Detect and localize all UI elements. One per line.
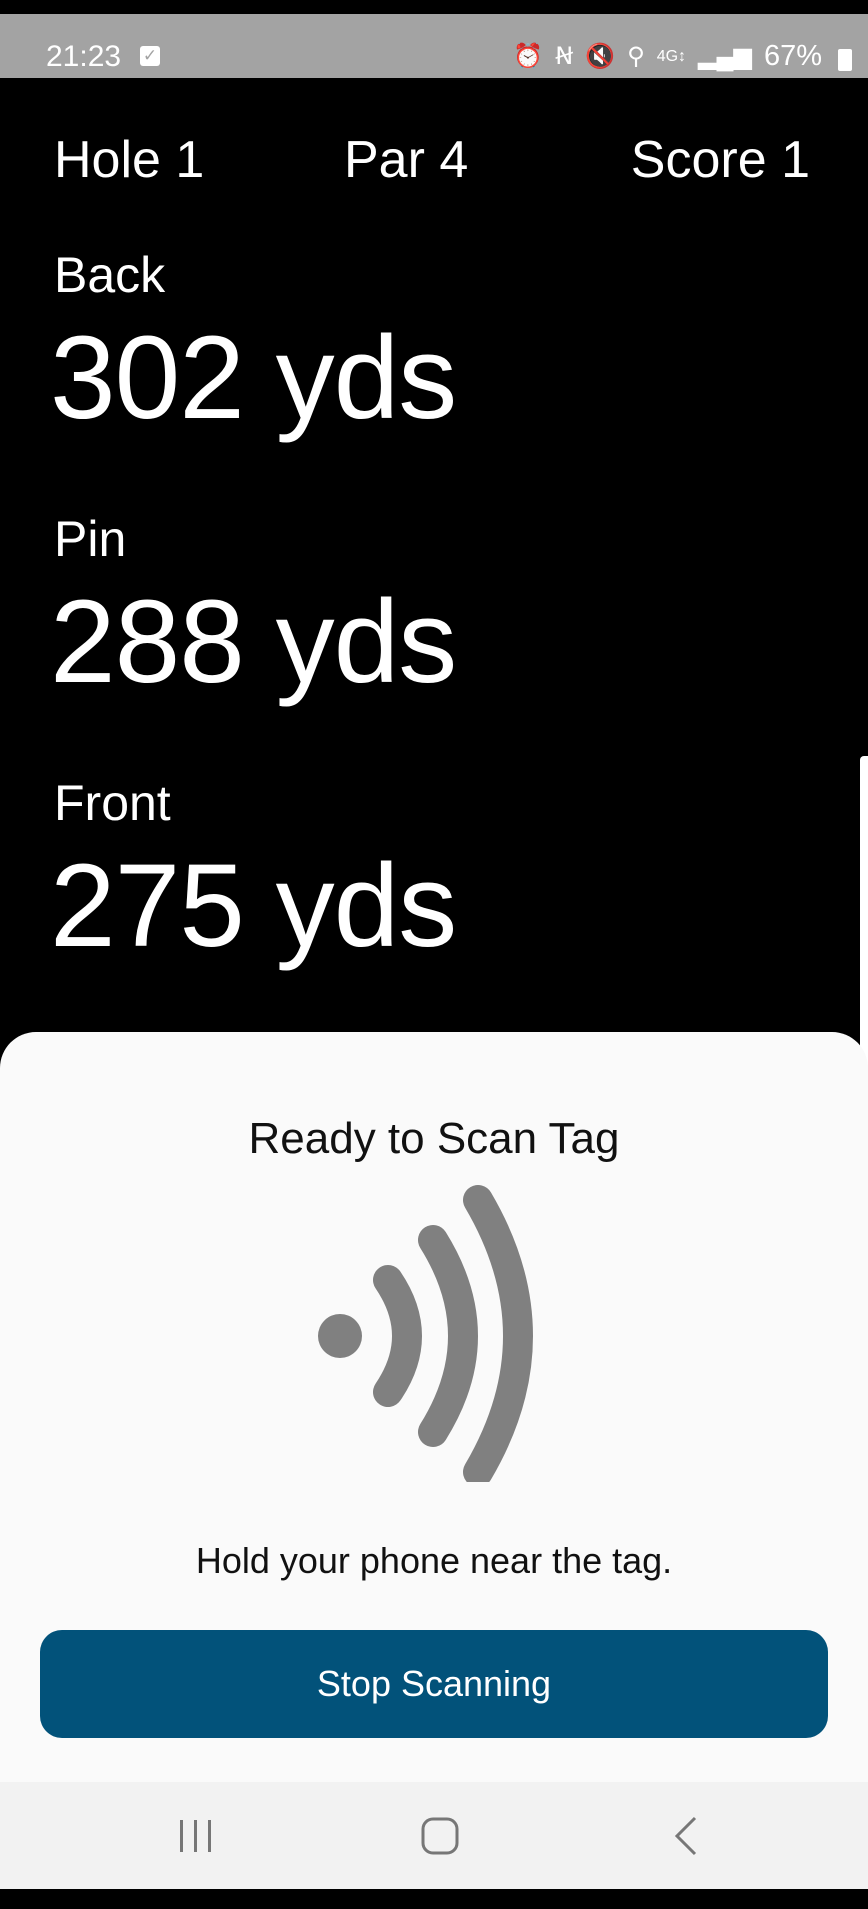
back-icon[interactable] <box>656 1806 716 1866</box>
nfc-wave-icon <box>318 1185 533 1482</box>
status-icons: ⏰ Ꞥ 🔇 ⚲ 4G↕ ▂▄▆ 67% <box>513 40 852 73</box>
back-distance: 302 yds <box>50 312 457 444</box>
mute-icon: 🔇 <box>585 42 616 70</box>
home-icon[interactable] <box>410 1806 470 1866</box>
navigation-bar <box>0 1782 868 1909</box>
status-bar: 21:23 ✓ ⏰ Ꞥ 🔇 ⚲ 4G↕ ▂▄▆ 67% <box>0 0 868 78</box>
battery-icon <box>838 48 852 71</box>
scroll-indicator <box>860 756 868 1096</box>
signal-icon: ▂▄▆ <box>698 42 752 70</box>
pin-label: Pin <box>54 511 127 567</box>
back-label: Back <box>54 247 166 303</box>
data-icon: 4G↕ <box>656 47 687 65</box>
pin-distance: 288 yds <box>50 576 457 708</box>
hole-score: Score 1 <box>630 131 810 189</box>
hole-number: Hole 1 <box>54 131 205 189</box>
stop-scanning-button[interactable]: Stop Scanning <box>40 1630 828 1738</box>
location-icon: ⚲ <box>627 42 645 70</box>
hole-par: Par 4 <box>344 131 469 189</box>
nfc-icon: Ꞥ <box>555 42 574 70</box>
front-label: Front <box>54 775 171 831</box>
sheet-title: Ready to Scan Tag <box>248 1114 620 1163</box>
nfc-scan-sheet: Ready to Scan Tag Hold your phone near t… <box>0 1032 868 1909</box>
stop-scanning-label: Stop Scanning <box>316 1663 552 1704</box>
sheet-message: Hold your phone near the tag. <box>195 1540 673 1581</box>
check-icon: ✓ <box>140 46 160 66</box>
recent-apps-icon[interactable] <box>166 1806 226 1866</box>
battery-level: 67% <box>763 40 822 72</box>
status-time: 21:23 <box>46 40 122 73</box>
front-distance: 275 yds <box>50 840 457 972</box>
alarm-icon: ⏰ <box>513 42 544 70</box>
